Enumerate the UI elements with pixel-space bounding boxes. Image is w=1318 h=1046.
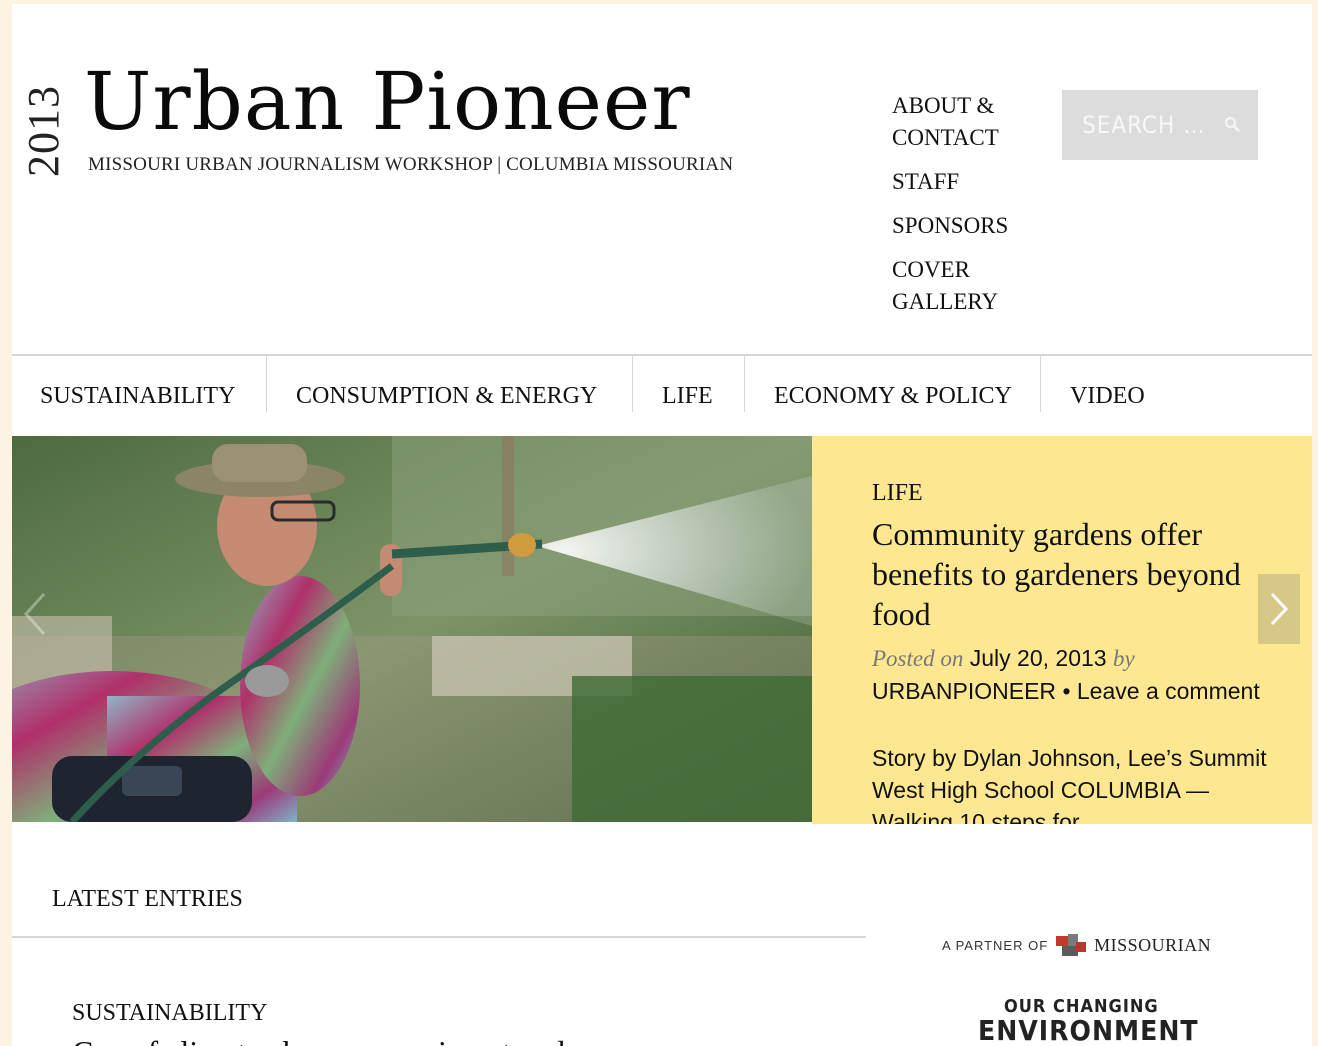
page: 2013 Urban Pioneer MISSOURI URBAN JOURNA… xyxy=(12,4,1312,1046)
featured-meta: Posted on July 20, 2013 by URBANPIONEER … xyxy=(872,642,1292,707)
by-label: by xyxy=(1112,646,1135,671)
partner-badge[interactable]: A PARTNER OF MISSOURIAN xyxy=(942,932,1211,958)
featured-excerpt: Story by Dylan Johnson, Lee’s Summit Wes… xyxy=(872,745,1267,824)
category-economy-policy[interactable]: ECONOMY & POLICY xyxy=(746,356,1040,412)
category-consumption-energy[interactable]: CONSUMPTION & ENERGY xyxy=(268,356,625,412)
nav-divider xyxy=(632,356,633,412)
category-nav: SUSTAINABILITY CONSUMPTION & ENERGY LIFE… xyxy=(12,354,1312,438)
top-nav: ABOUT & CONTACT STAFF SPONSORS COVER GAL… xyxy=(892,90,1042,330)
partner-prefix: A PARTNER OF xyxy=(942,937,1049,953)
slider-next-button[interactable] xyxy=(1258,574,1300,644)
post-date[interactable]: July 20, 2013 xyxy=(970,645,1107,671)
featured-panel: LIFE Community gardens offer benefits to… xyxy=(812,436,1312,824)
post-author[interactable]: URBANPIONEER xyxy=(872,678,1056,704)
section-divider xyxy=(12,936,866,938)
featured-slider: LIFE Community gardens offer benefits to… xyxy=(12,436,1312,824)
entry-title[interactable]: Cap of climate change experiment and... xyxy=(72,1034,589,1046)
site-title[interactable]: Urban Pioneer xyxy=(84,52,691,152)
search-icon[interactable] xyxy=(1224,116,1240,132)
entry-category[interactable]: SUSTAINABILITY xyxy=(72,1000,267,1027)
logo-year: 2013 xyxy=(19,85,68,177)
category-sustainability[interactable]: SUSTAINABILITY xyxy=(12,356,263,412)
posted-on-label: Posted on xyxy=(872,646,964,671)
chevron-right-icon xyxy=(1270,592,1289,626)
nav-divider xyxy=(1040,356,1041,412)
top-nav-staff[interactable]: STAFF xyxy=(892,166,1042,198)
partner-name: MISSOURIAN xyxy=(1094,934,1212,955)
search-input[interactable] xyxy=(1080,110,1204,140)
environment-widget-line2[interactable]: ENVIRONMENT xyxy=(978,1014,1199,1046)
site-logo[interactable]: 2013 Urban Pioneer MISSOURI URBAN JOURNA… xyxy=(19,55,804,186)
missourian-logo-icon xyxy=(1056,934,1087,956)
slider-prev-icon[interactable] xyxy=(18,589,52,639)
featured-photo xyxy=(12,436,812,822)
top-nav-cover-gallery[interactable]: COVER GALLERY xyxy=(892,254,1042,318)
nav-divider xyxy=(266,356,267,412)
site-subtitle: MISSOURI URBAN JOURNALISM WORKSHOP | COL… xyxy=(88,154,734,175)
top-nav-sponsors[interactable]: SPONSORS xyxy=(892,210,1042,242)
featured-category[interactable]: LIFE xyxy=(872,480,923,507)
meta-bullet: • xyxy=(1062,678,1071,704)
nav-divider xyxy=(744,356,745,412)
featured-image[interactable] xyxy=(12,436,812,822)
category-life[interactable]: LIFE xyxy=(634,356,741,412)
latest-entries-heading: LATEST ENTRIES xyxy=(52,886,243,912)
category-video[interactable]: VIDEO xyxy=(1042,356,1173,412)
featured-title[interactable]: Community gardens offer benefits to gard… xyxy=(872,514,1252,634)
search-box xyxy=(1062,90,1258,160)
top-nav-about-contact[interactable]: ABOUT & CONTACT xyxy=(892,90,1042,154)
leave-comment-link[interactable]: Leave a comment xyxy=(1077,678,1260,704)
